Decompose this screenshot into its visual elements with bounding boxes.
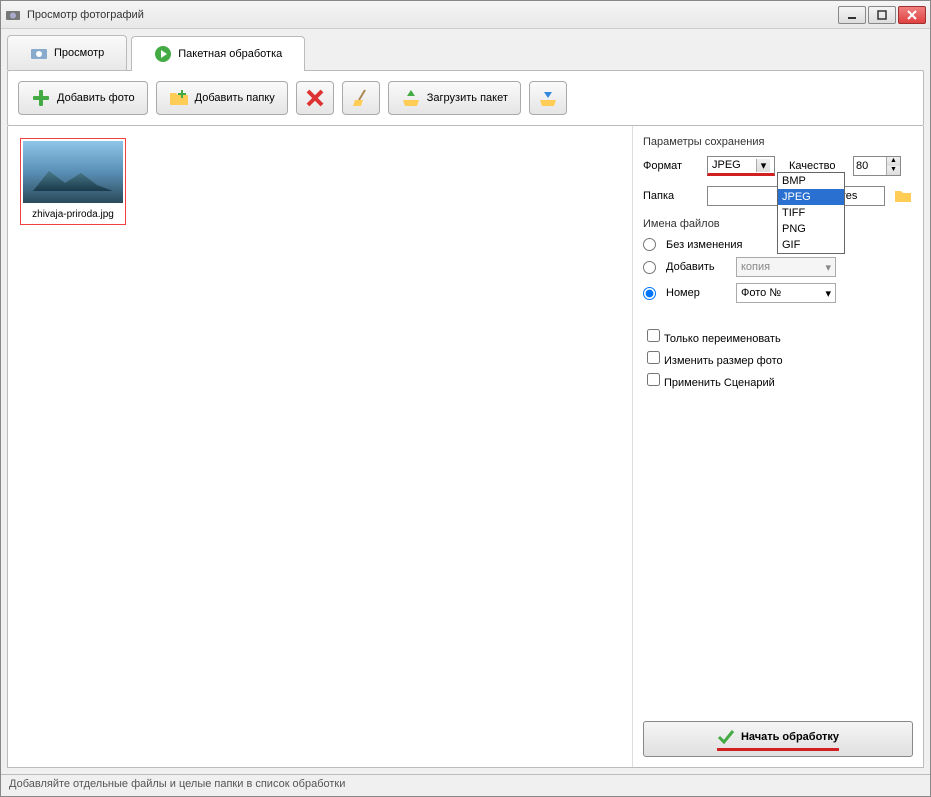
- format-option[interactable]: TIFF: [778, 205, 844, 221]
- radio-number[interactable]: [643, 287, 656, 300]
- clear-button[interactable]: [342, 81, 380, 115]
- titlebar: Просмотр фотографий: [1, 1, 930, 29]
- play-icon: [154, 45, 172, 63]
- start-processing-button[interactable]: Начать обработку: [643, 721, 913, 757]
- thumbnail-image: [23, 141, 123, 203]
- check-scenario-label: Применить Сценарий: [664, 377, 775, 389]
- tab-batch-label: Пакетная обработка: [178, 48, 282, 60]
- app-icon: [5, 7, 21, 23]
- add-folder-button[interactable]: Добавить папку: [156, 81, 288, 115]
- folder-plus-icon: [169, 88, 189, 108]
- plus-icon: [31, 88, 51, 108]
- tab-batch[interactable]: Пакетная обработка: [131, 36, 305, 71]
- quality-label: Качество: [789, 160, 845, 172]
- delete-x-icon: [305, 88, 325, 108]
- format-dropdown-list[interactable]: BMP JPEG TIFF PNG GIF: [777, 172, 845, 254]
- browse-folder-button[interactable]: [893, 186, 913, 206]
- radio-no-change-label: Без изменения: [666, 239, 742, 251]
- chevron-down-icon: ▾: [825, 261, 831, 274]
- checkmark-icon: [717, 728, 735, 746]
- close-button[interactable]: [898, 6, 926, 24]
- broom-icon: [351, 88, 371, 108]
- statusbar-text: Добавляйте отдельные файлы и целые папки…: [9, 778, 345, 790]
- tab-bar: Просмотр Пакетная обработка: [1, 29, 930, 70]
- spin-down[interactable]: ▼: [886, 166, 900, 175]
- save-batch-button[interactable]: [529, 81, 567, 115]
- check-rename-only[interactable]: [647, 329, 660, 342]
- radio-add[interactable]: [643, 261, 656, 274]
- check-resize-label: Изменить размер фото: [664, 355, 783, 367]
- format-option[interactable]: PNG: [778, 221, 844, 237]
- load-batch-button[interactable]: Загрузить пакет: [388, 81, 521, 115]
- add-folder-label: Добавить папку: [195, 92, 275, 104]
- add-suffix-value: копия: [741, 261, 770, 273]
- format-label: Формат: [643, 160, 699, 172]
- add-suffix-combo[interactable]: копия ▾: [736, 257, 836, 277]
- format-option[interactable]: JPEG: [778, 189, 844, 205]
- minimize-button[interactable]: [838, 6, 866, 24]
- thumbnail-filename: zhivaja-priroda.jpg: [23, 203, 123, 222]
- toolbar: Добавить фото Добавить папку Загрузить п…: [7, 70, 924, 126]
- camera-icon: [30, 44, 48, 62]
- number-prefix-value: Фото №: [741, 287, 781, 299]
- chevron-down-icon: ▾: [825, 287, 831, 300]
- radio-number-label: Номер: [666, 287, 730, 299]
- delete-button[interactable]: [296, 81, 334, 115]
- upload-icon: [401, 88, 421, 108]
- statusbar: Добавляйте отдельные файлы и целые папки…: [1, 774, 930, 796]
- maximize-button[interactable]: [868, 6, 896, 24]
- format-combo[interactable]: JPEG ▾: [707, 156, 775, 176]
- check-resize[interactable]: [647, 351, 660, 364]
- save-parameters-panel: Параметры сохранения Формат JPEG ▾ Качес…: [633, 126, 923, 767]
- save-params-title: Параметры сохранения: [643, 136, 913, 148]
- number-prefix-combo[interactable]: Фото № ▾: [736, 283, 836, 303]
- thumbnail-list[interactable]: zhivaja-priroda.jpg: [8, 126, 633, 767]
- tab-view[interactable]: Просмотр: [7, 35, 127, 70]
- thumbnail-item[interactable]: zhivaja-priroda.jpg: [20, 138, 126, 225]
- format-option[interactable]: BMP: [778, 173, 844, 189]
- add-photo-button[interactable]: Добавить фото: [18, 81, 148, 115]
- add-photo-label: Добавить фото: [57, 92, 135, 104]
- quality-spinbox[interactable]: ▲▼: [853, 156, 901, 176]
- download-icon: [538, 88, 558, 108]
- check-rename-only-label: Только переименовать: [664, 333, 781, 345]
- chevron-down-icon: ▾: [756, 159, 770, 172]
- folder-label: Папка: [643, 190, 699, 202]
- check-scenario[interactable]: [647, 373, 660, 386]
- tab-view-label: Просмотр: [54, 47, 104, 59]
- format-option[interactable]: GIF: [778, 237, 844, 253]
- radio-add-label: Добавить: [666, 261, 730, 273]
- spin-up[interactable]: ▲: [886, 157, 900, 166]
- quality-input[interactable]: [854, 157, 886, 175]
- format-value: JPEG: [712, 159, 741, 171]
- load-batch-label: Загрузить пакет: [427, 92, 508, 104]
- start-button-label: Начать обработку: [741, 731, 839, 743]
- radio-no-change[interactable]: [643, 238, 656, 251]
- window-title: Просмотр фотографий: [27, 9, 838, 21]
